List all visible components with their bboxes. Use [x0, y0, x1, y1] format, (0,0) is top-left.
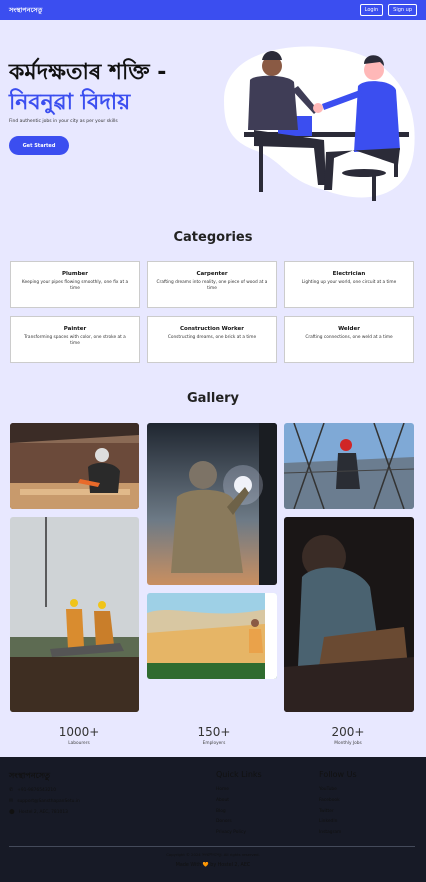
footer-link-about[interactable]: About — [216, 798, 229, 803]
location-pin-icon: ⬤ — [9, 809, 15, 815]
stat-monthly-jobs: 200+ Monthly Jobs — [298, 725, 398, 746]
stat-label: Monthly Jobs — [334, 741, 362, 746]
footer-copyright: Copyright © 2024 সংস্থাপনসেতু. All right… — [166, 852, 260, 857]
footer-address: ⬤ Hostel 2, AEC, 781013 — [9, 809, 68, 815]
stat-value: 1000+ — [58, 725, 100, 739]
stat-value: 200+ — [331, 725, 365, 739]
category-desc: Transforming spaces with color, one stro… — [24, 335, 126, 346]
gallery-image-woodwork — [284, 517, 414, 712]
category-card-carpenter[interactable]: Carpenter Crafting dreams into reality, … — [147, 261, 277, 308]
hero-title-line1: কৰ্মদক্ষতাৰ শক্তি - — [9, 60, 167, 85]
footer-email[interactable]: ✉ support@SansthapanSetu.in — [9, 798, 80, 804]
phone-icon: ✆ — [9, 787, 14, 793]
mail-icon: ✉ — [9, 798, 14, 804]
gallery-image-electrician — [284, 423, 414, 509]
gallery-title: Gallery — [186, 391, 240, 406]
login-button[interactable]: Login — [359, 4, 384, 16]
stat-value: 150+ — [197, 725, 231, 739]
gallery-image-carpenter — [10, 423, 139, 509]
category-card-painter[interactable]: Painter Transforming spaces with color, … — [10, 316, 140, 363]
get-started-button[interactable]: Get Started — [9, 136, 69, 155]
stat-label: Employers — [202, 741, 226, 746]
stat-labourers: 1000+ Labourers — [29, 725, 129, 746]
category-desc: Lighting up your world, one circuit at a… — [301, 280, 397, 285]
stat-employers: 150+ Employers — [164, 725, 264, 746]
footer-brand[interactable]: সংস্থাপনসেতু — [9, 770, 50, 783]
category-name: Electrician — [332, 271, 366, 277]
footer-link-donors[interactable]: Donors — [216, 819, 232, 824]
footer-divider — [9, 846, 415, 847]
footer-phone[interactable]: ✆ +91-9876543210 — [9, 787, 56, 793]
brand-logo[interactable]: সংস্থাপনসেতু — [9, 5, 42, 16]
footer-link-privacy[interactable]: Privacy Policy — [216, 830, 246, 835]
footer-link-instagram[interactable]: Instagram — [319, 830, 341, 835]
handshake-illustration — [214, 40, 420, 205]
category-desc: Constructing dreams, one brick at a time — [167, 335, 257, 340]
category-name: Carpenter — [196, 271, 228, 277]
footer-link-twitter[interactable]: Twitter — [319, 809, 334, 814]
nav-buttons: Login Sign up — [359, 4, 417, 16]
category-card-welder[interactable]: Welder Crafting connections, one weld at… — [284, 316, 414, 363]
signup-button[interactable]: Sign up — [388, 4, 417, 16]
category-name: Painter — [63, 326, 87, 332]
categories-title: Categories — [173, 230, 253, 245]
footer-link-home[interactable]: Home — [216, 787, 229, 792]
footer-phone-text: +91-9876543210 — [17, 787, 56, 793]
footer-link-facebook[interactable]: Facebook — [319, 798, 340, 803]
stat-label: Labourers — [68, 741, 90, 746]
footer-made-with: Made With 🧡 by Hostel 2, AEC — [175, 863, 251, 868]
hero-subtitle: Find authentic jobs in your city as per … — [9, 119, 118, 124]
category-name: Plumber — [62, 271, 88, 277]
footer-link-blog[interactable]: Blog — [216, 809, 226, 814]
footer-link-linkedin[interactable]: LinkedIn — [319, 819, 337, 824]
category-desc: Crafting connections, one weld at a time — [305, 335, 393, 340]
quick-links-title: Quick Links — [216, 770, 262, 779]
gallery-image-painter — [147, 593, 277, 679]
footer-email-text: support@SansthapanSetu.in — [17, 798, 80, 804]
category-card-electrician[interactable]: Electrician Lighting up your world, one … — [284, 261, 414, 308]
category-desc: Crafting dreams into reality, one piece … — [156, 280, 268, 291]
gallery-image-welder — [147, 423, 277, 585]
gallery-image-construction — [10, 517, 139, 712]
footer-address-text: Hostel 2, AEC, 781013 — [18, 809, 68, 815]
category-card-construction-worker[interactable]: Construction Worker Constructing dreams,… — [147, 316, 277, 363]
category-desc: Keeping your pipes flowing smoothly, one… — [21, 280, 129, 291]
category-card-plumber[interactable]: Plumber Keeping your pipes flowing smoot… — [10, 261, 140, 308]
navbar: সংস্থাপনসেতু Login Sign up — [0, 0, 426, 20]
follow-us-title: Follow Us — [319, 770, 357, 779]
footer-link-youtube[interactable]: YouTube — [319, 787, 337, 792]
category-name: Welder — [338, 326, 360, 332]
hero-title-line2: নিবনুৱা বিদায় — [9, 90, 131, 115]
category-name: Construction Worker — [180, 326, 244, 332]
hero-title: কৰ্মদক্ষতাৰ শক্তি - নিবনুৱা বিদায় — [9, 58, 166, 118]
